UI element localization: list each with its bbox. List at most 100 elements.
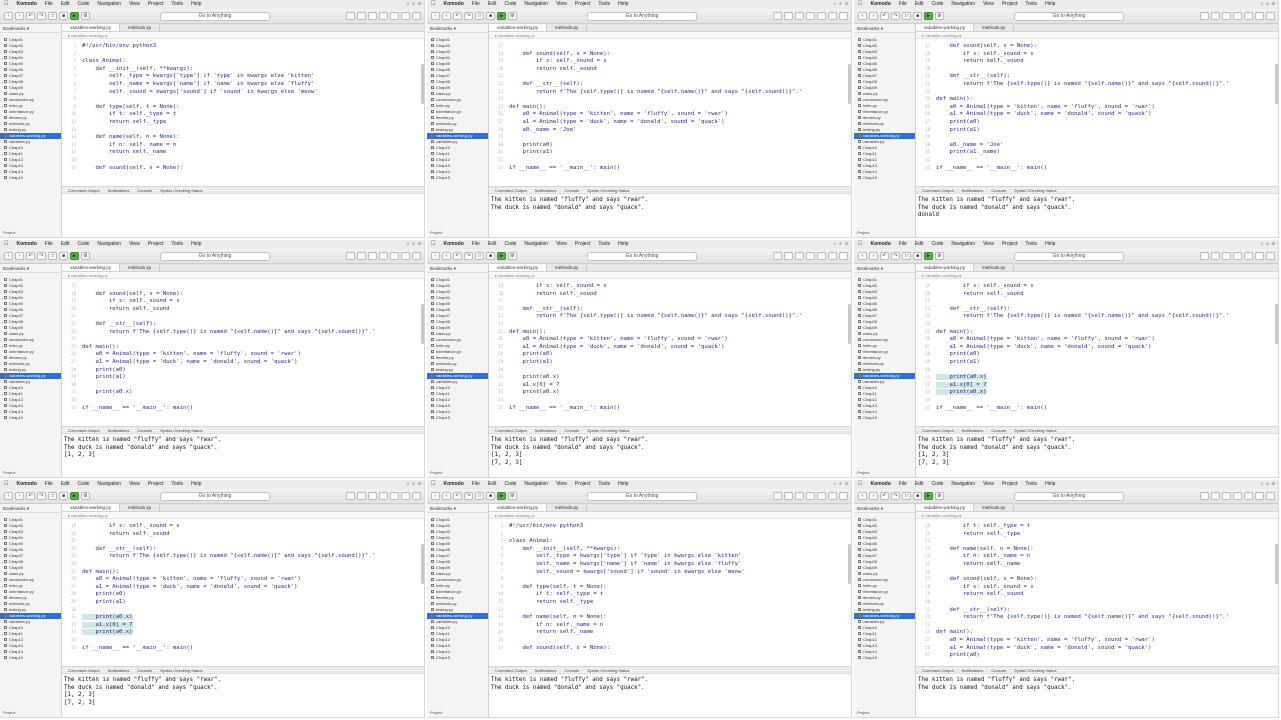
- menu-item-navigation[interactable]: Navigation: [97, 240, 121, 249]
- breadcrumb[interactable]: ▸ variables-working.py: [489, 512, 851, 519]
- menu-item-code[interactable]: Code: [931, 0, 943, 9]
- menu-item-file[interactable]: File: [899, 240, 907, 249]
- menu-item-komodo[interactable]: Komodo: [871, 240, 891, 249]
- layout-bottom-icon[interactable]: [1244, 12, 1253, 20]
- forward-icon[interactable]: ›: [15, 12, 24, 20]
- menu-item-file[interactable]: File: [472, 0, 480, 9]
- debug-icon[interactable]: ⚙: [935, 252, 944, 260]
- search-icon[interactable]: ⌕: [412, 0, 415, 9]
- back-icon[interactable]: ‹: [858, 492, 867, 500]
- debug-icon[interactable]: ⚙: [81, 12, 90, 20]
- menu-item-tools[interactable]: Tools: [598, 480, 610, 489]
- layout-right-icon[interactable]: [828, 252, 837, 260]
- stop-icon[interactable]: [1222, 12, 1231, 20]
- menu-icon[interactable]: ≡: [845, 0, 848, 9]
- bottom-tab[interactable]: Command Output: [495, 427, 527, 433]
- record-icon[interactable]: [346, 12, 355, 20]
- layout-right-icon[interactable]: [401, 492, 410, 500]
- file-tree-item[interactable]: Chap15: [0, 415, 61, 421]
- search-icon[interactable]: ⌕: [1266, 480, 1269, 489]
- file-tree-item[interactable]: Chap15: [854, 415, 915, 421]
- layout-left-icon[interactable]: [806, 492, 815, 500]
- menu-item-project[interactable]: Project: [575, 0, 591, 9]
- menu-icon[interactable]: ≡: [418, 480, 421, 489]
- bottom-tab[interactable]: Notifications: [535, 667, 557, 673]
- save-icon[interactable]: ■: [486, 252, 495, 260]
- bottom-tab[interactable]: Console: [991, 187, 1006, 193]
- forward-icon[interactable]: ›: [869, 252, 878, 260]
- debug-icon[interactable]: ⚙: [508, 12, 517, 20]
- menu-item-file[interactable]: File: [45, 0, 53, 9]
- run-icon[interactable]: ▶: [497, 252, 506, 260]
- back-icon[interactable]: ‹: [431, 252, 440, 260]
- menu-icon[interactable]: ≡: [1272, 0, 1275, 9]
- menu-item-help[interactable]: Help: [191, 0, 201, 9]
- status-icon[interactable]: ○: [1260, 0, 1263, 9]
- play-icon[interactable]: [784, 12, 793, 20]
- open-icon[interactable]: □: [902, 492, 911, 500]
- layout-left-icon[interactable]: [1233, 252, 1242, 260]
- menu-icon[interactable]: ≡: [418, 240, 421, 249]
- apple-menu-icon[interactable]: : [858, 0, 863, 9]
- menu-item-view[interactable]: View: [983, 240, 994, 249]
- menu-icon[interactable]: ≡: [418, 0, 421, 9]
- play-icon[interactable]: [357, 252, 366, 260]
- breadcrumb[interactable]: ▸ variables-working.py: [916, 32, 1278, 39]
- stop-icon[interactable]: [368, 12, 377, 20]
- forward-icon[interactable]: ›: [15, 252, 24, 260]
- menu-item-file[interactable]: File: [899, 0, 907, 9]
- file-tree-item[interactable]: Chap15: [0, 175, 61, 181]
- editor-tab[interactable]: variables-working.py: [62, 504, 121, 511]
- editor-scrollbar[interactable]: [848, 304, 851, 344]
- bottom-tab[interactable]: Command Output: [922, 187, 954, 193]
- open-icon[interactable]: □: [902, 12, 911, 20]
- breadcrumb[interactable]: ▸ variables-working.py: [62, 32, 424, 39]
- go-to-anything-input[interactable]: Go to Anything: [587, 492, 697, 501]
- places-header[interactable]: Bookmarks ▾: [854, 504, 915, 513]
- menu-item-edit[interactable]: Edit: [61, 240, 70, 249]
- layout-left-icon[interactable]: [379, 252, 388, 260]
- redo-icon[interactable]: ↷: [891, 12, 900, 20]
- run-icon[interactable]: ▶: [924, 12, 933, 20]
- layout-left-icon[interactable]: [1233, 12, 1242, 20]
- menu-icon[interactable]: ≡: [1272, 240, 1275, 249]
- menu-item-code[interactable]: Code: [77, 240, 89, 249]
- bottom-tab[interactable]: Command Output: [922, 427, 954, 433]
- bottom-tab[interactable]: Console: [564, 667, 579, 673]
- search-icon[interactable]: ⌕: [1266, 0, 1269, 9]
- menu-item-code[interactable]: Code: [504, 480, 516, 489]
- back-icon[interactable]: ‹: [431, 12, 440, 20]
- status-icon[interactable]: ○: [406, 240, 409, 249]
- run-icon[interactable]: ▶: [924, 252, 933, 260]
- debug-icon[interactable]: ⚙: [508, 492, 517, 500]
- layout-bottom-icon[interactable]: [817, 12, 826, 20]
- apple-menu-icon[interactable]: : [431, 240, 436, 249]
- open-icon[interactable]: □: [902, 252, 911, 260]
- menu-item-project[interactable]: Project: [575, 240, 591, 249]
- bottom-tab[interactable]: Command Output: [922, 667, 954, 673]
- editor-scrollbar[interactable]: [1275, 544, 1278, 584]
- menu-item-file[interactable]: File: [899, 480, 907, 489]
- undo-icon[interactable]: ↶: [453, 492, 462, 500]
- menu-item-navigation[interactable]: Navigation: [97, 480, 121, 489]
- bottom-tab[interactable]: Syntax Checking Status: [587, 187, 629, 193]
- status-icon[interactable]: ○: [833, 0, 836, 9]
- save-icon[interactable]: ■: [59, 492, 68, 500]
- undo-icon[interactable]: ↶: [453, 12, 462, 20]
- go-to-anything-input[interactable]: Go to Anything: [1014, 492, 1124, 501]
- menu-item-code[interactable]: Code: [504, 240, 516, 249]
- play-icon[interactable]: [1211, 252, 1220, 260]
- layout-full-icon[interactable]: [1266, 252, 1275, 260]
- stop-icon[interactable]: [795, 12, 804, 20]
- bottom-tab[interactable]: Syntax Checking Status: [160, 667, 202, 673]
- menu-item-navigation[interactable]: Navigation: [524, 480, 548, 489]
- bottom-tab[interactable]: Notifications: [962, 667, 984, 673]
- file-tree-item[interactable]: Chap15: [854, 175, 915, 181]
- editor-tab[interactable]: methods.py: [974, 504, 1015, 511]
- menu-item-help[interactable]: Help: [191, 480, 201, 489]
- search-icon[interactable]: ⌕: [839, 240, 842, 249]
- bottom-tab[interactable]: Notifications: [108, 187, 130, 193]
- menu-item-help[interactable]: Help: [1045, 0, 1055, 9]
- layout-left-icon[interactable]: [806, 252, 815, 260]
- menu-item-view[interactable]: View: [129, 480, 140, 489]
